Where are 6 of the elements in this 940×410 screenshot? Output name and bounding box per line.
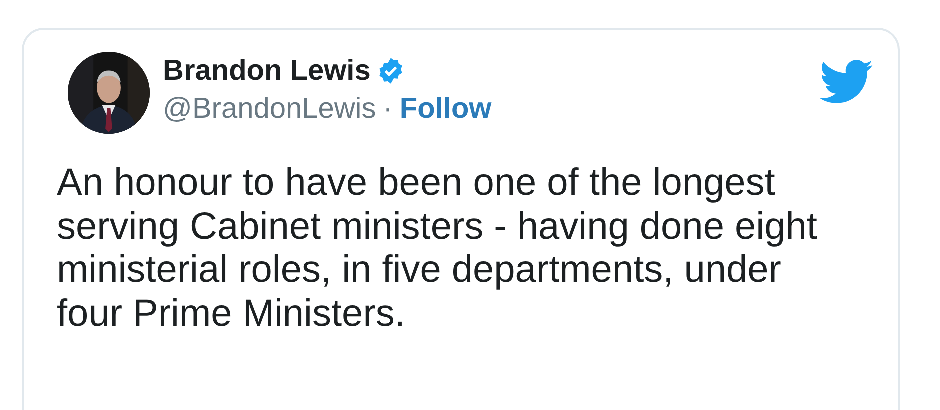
follow-link[interactable]: Follow (400, 92, 492, 126)
author-name[interactable]: Brandon Lewis (163, 54, 371, 88)
tweet-text: An honour to have been one of the longest serving Cabinet ministers - having done eight ministerial roles, in five departments, under four Prime Ministers. (57, 162, 818, 336)
author-handle[interactable]: @BrandonLewis (163, 92, 376, 126)
separator: · (383, 92, 393, 126)
bird-icon[interactable] (820, 60, 874, 104)
